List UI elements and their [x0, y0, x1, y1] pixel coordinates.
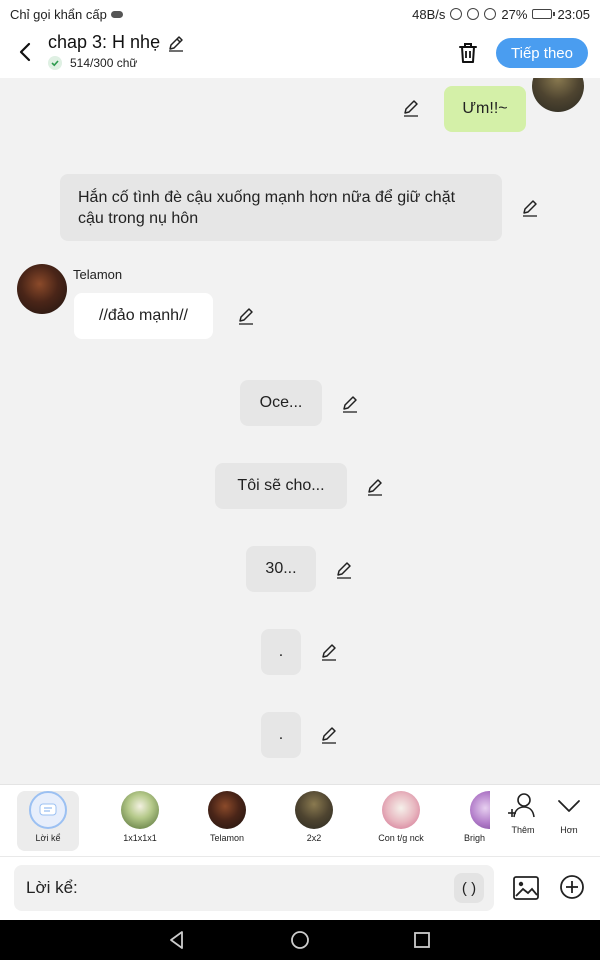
character-telamon[interactable]: Telamon — [192, 791, 262, 851]
cloud-icon — [110, 10, 123, 18]
narration-bubble[interactable]: 30... — [246, 546, 316, 592]
speaker-name: Telamon — [73, 267, 123, 282]
character-selector: Lời kể 1x1x1x1 Telamon 2x2 Con t/g nck B… — [0, 784, 600, 856]
avatar-2x2 — [295, 791, 333, 829]
edit-message-icon[interactable] — [401, 98, 421, 118]
avatar-cat — [382, 791, 420, 829]
character-narration[interactable]: Lời kể — [17, 791, 79, 851]
next-button[interactable]: Tiếp theo — [496, 38, 588, 68]
character-bright[interactable]: Brigh — [452, 791, 490, 851]
image-icon[interactable] — [512, 874, 540, 902]
character-label: 2x2 — [306, 833, 322, 843]
avatar-bright — [470, 791, 490, 829]
more-label: Hơn — [560, 825, 578, 835]
mute-icon — [450, 8, 463, 20]
edit-message-icon[interactable] — [236, 306, 256, 326]
add-character-button[interactable]: Thêm — [500, 791, 546, 851]
network-speed: 48B/s — [412, 6, 446, 22]
character-label: Lời kể — [35, 833, 61, 843]
battery-percent: 27% — [501, 6, 528, 22]
chevron-down-icon — [558, 800, 580, 812]
nav-back-icon[interactable] — [166, 929, 188, 951]
edit-message-icon[interactable] — [334, 560, 354, 580]
system-nav-bar — [0, 920, 600, 960]
wifi-icon — [484, 8, 497, 20]
edit-message-icon[interactable] — [319, 725, 339, 745]
character-1x1x1x1[interactable]: 1x1x1x1 — [105, 791, 175, 851]
user-message-bubble[interactable]: Ưm!!~ — [444, 86, 526, 132]
narration-icon — [29, 791, 67, 829]
input-bar: Lời kể: ( ) — [0, 856, 600, 920]
add-label: Thêm — [511, 825, 535, 835]
check-icon — [48, 56, 62, 70]
battery-icon — [532, 9, 556, 19]
character-label: Con t/g nck — [378, 833, 424, 843]
character-message-bubble[interactable]: //đảo mạnh// — [74, 293, 213, 339]
edit-message-icon[interactable] — [340, 394, 360, 414]
edit-message-icon[interactable] — [365, 477, 385, 497]
add-person-icon — [508, 793, 535, 818]
narration-bubble[interactable]: . — [261, 712, 301, 758]
nav-recents-icon[interactable] — [411, 929, 433, 951]
back-arrow-icon[interactable] — [14, 38, 38, 66]
narration-bubble[interactable]: Oce... — [240, 380, 322, 426]
header: chap 3: H nhẹ 514/300 chữ Tiếp theo — [0, 28, 600, 78]
input-placeholder: Lời kể: — [26, 878, 78, 897]
carrier-text: Chỉ gọi khẩn cấp — [10, 6, 107, 22]
avatar-green — [121, 791, 159, 829]
character-label: Brigh — [464, 833, 486, 843]
word-count: 514/300 chữ — [70, 56, 138, 70]
clock: 23:05 — [557, 6, 590, 22]
narration-bubble[interactable]: Tôi sẽ cho... — [215, 463, 347, 509]
chat-area[interactable]: Ưm!!~ Hắn cố tình đè cậu xuống mạnh hơn … — [0, 78, 600, 784]
message-input[interactable]: Lời kể: — [14, 865, 494, 911]
edit-message-icon[interactable] — [520, 198, 540, 218]
narration-bubble[interactable]: Hắn cố tình đè cậu xuống mạnh hơn nữa để… — [60, 174, 502, 241]
more-characters-button[interactable]: Hơn — [548, 791, 590, 851]
narration-bubble[interactable]: . — [261, 629, 301, 675]
page-title: chap 3: H nhẹ — [48, 32, 161, 52]
character-label: Telamon — [209, 833, 245, 843]
edit-message-icon[interactable] — [319, 642, 339, 662]
character-con-tg-nck[interactable]: Con t/g nck — [366, 791, 436, 851]
edit-title-icon[interactable] — [166, 33, 186, 53]
trash-icon[interactable] — [456, 40, 480, 66]
character-label: 1x1x1x1 — [123, 833, 157, 843]
avatar[interactable] — [532, 78, 584, 112]
avatar-telamon[interactable] — [17, 264, 67, 314]
avatar-telamon — [208, 791, 246, 829]
alarm-icon — [467, 8, 480, 20]
parentheses-button[interactable]: ( ) — [454, 873, 484, 903]
character-2x2[interactable]: 2x2 — [279, 791, 349, 851]
status-bar: Chỉ gọi khẩn cấp 48B/s 27% 23:05 — [0, 0, 600, 28]
nav-home-icon[interactable] — [289, 929, 311, 951]
plus-circle-icon[interactable] — [559, 874, 585, 900]
